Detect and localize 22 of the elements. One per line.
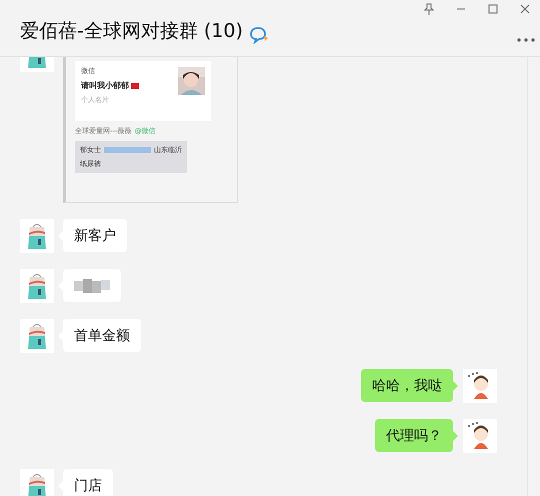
- flag-icon: [131, 82, 139, 88]
- bubble-tail: [453, 431, 458, 441]
- product-package-avatar: [20, 269, 54, 303]
- message-bubble: 代理吗？: [375, 419, 453, 452]
- pin-icon[interactable]: [424, 3, 434, 15]
- contact-name: 请叫我小郁郁: [81, 80, 129, 91]
- message-bubble: 首单金额: [63, 319, 141, 352]
- message-bubble: 哈哈，我哒: [361, 369, 453, 402]
- product-package-avatar: [20, 319, 54, 353]
- more-options-icon[interactable]: [517, 38, 535, 42]
- close-icon[interactable]: [520, 4, 530, 14]
- blurred-text-drawing: [104, 147, 151, 153]
- blurred-text-drawing: [74, 278, 110, 292]
- bubble-tail: [453, 381, 458, 391]
- chat-bubble-icon[interactable]: [248, 26, 269, 44]
- message-bubble: 门店: [63, 469, 113, 496]
- cartoon-girl-avatar: [463, 369, 497, 403]
- chat-title: 爱佰蓓-全球网对接群 (10): [20, 19, 243, 44]
- message-bubble: 新客户: [63, 219, 127, 252]
- product-package-avatar: [20, 219, 54, 253]
- maximize-icon[interactable]: [488, 4, 498, 14]
- cartoon-girl-avatar: [463, 419, 497, 453]
